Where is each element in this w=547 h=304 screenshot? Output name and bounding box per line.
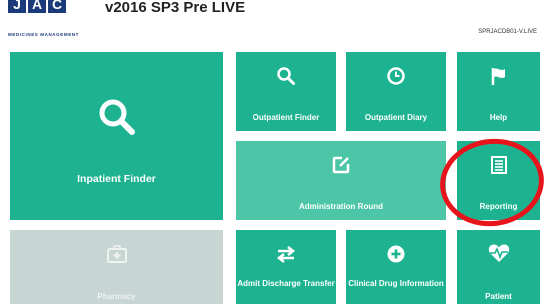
help-tile[interactable]: Help (457, 52, 540, 131)
heartbeat-icon (488, 244, 509, 262)
patient-label: Patient (485, 292, 512, 301)
administration-round-tile[interactable]: Administration Round (236, 141, 446, 220)
pharmacy-label: Pharmacy (97, 292, 136, 301)
search-icon (99, 99, 135, 135)
clinical-drug-information-label: Clinical Drug Information (348, 279, 444, 288)
app-title: v2016 SP3 Pre LIVE (105, 0, 246, 16)
logo-subtitle: MEDICINES MANAGEMENT (8, 32, 80, 37)
pharmacy-tile[interactable]: Pharmacy (10, 230, 223, 304)
outpatient-finder-tile[interactable]: Outpatient Finder (236, 52, 336, 131)
administration-round-label: Administration Round (299, 202, 383, 211)
patient-tile[interactable]: Patient (457, 230, 540, 304)
help-label: Help (489, 113, 508, 122)
logo-letters: JAC (8, 0, 66, 13)
jac-logo: JAC MEDICINES MANAGEMENT (8, 0, 96, 39)
transfer-icon (276, 246, 296, 263)
admit-discharge-transfer-label: Admit Discharge Transfer (237, 279, 335, 288)
clinical-drug-information-tile[interactable]: Clinical Drug Information (346, 230, 446, 304)
flag-icon (491, 68, 505, 85)
inpatient-finder-tile[interactable]: Inpatient Finder (10, 52, 223, 220)
plus-circle-icon (387, 245, 405, 263)
clock-icon (387, 67, 405, 85)
admit-discharge-transfer-tile[interactable]: Admit Discharge Transfer (236, 230, 336, 304)
outpatient-finder-label: Outpatient Finder (252, 113, 320, 122)
server-name: SPRJACDB01-V.LIVE (478, 29, 537, 35)
app-header: JAC MEDICINES MANAGEMENT v2016 SP3 Pre L… (0, 0, 547, 44)
edit-icon (332, 156, 350, 174)
medical-kit-icon (106, 245, 127, 263)
inpatient-finder-label: Inpatient Finder (77, 173, 156, 185)
outpatient-diary-label: Outpatient Diary (364, 113, 428, 122)
search-icon (277, 67, 295, 85)
outpatient-diary-tile[interactable]: Outpatient Diary (346, 52, 446, 131)
